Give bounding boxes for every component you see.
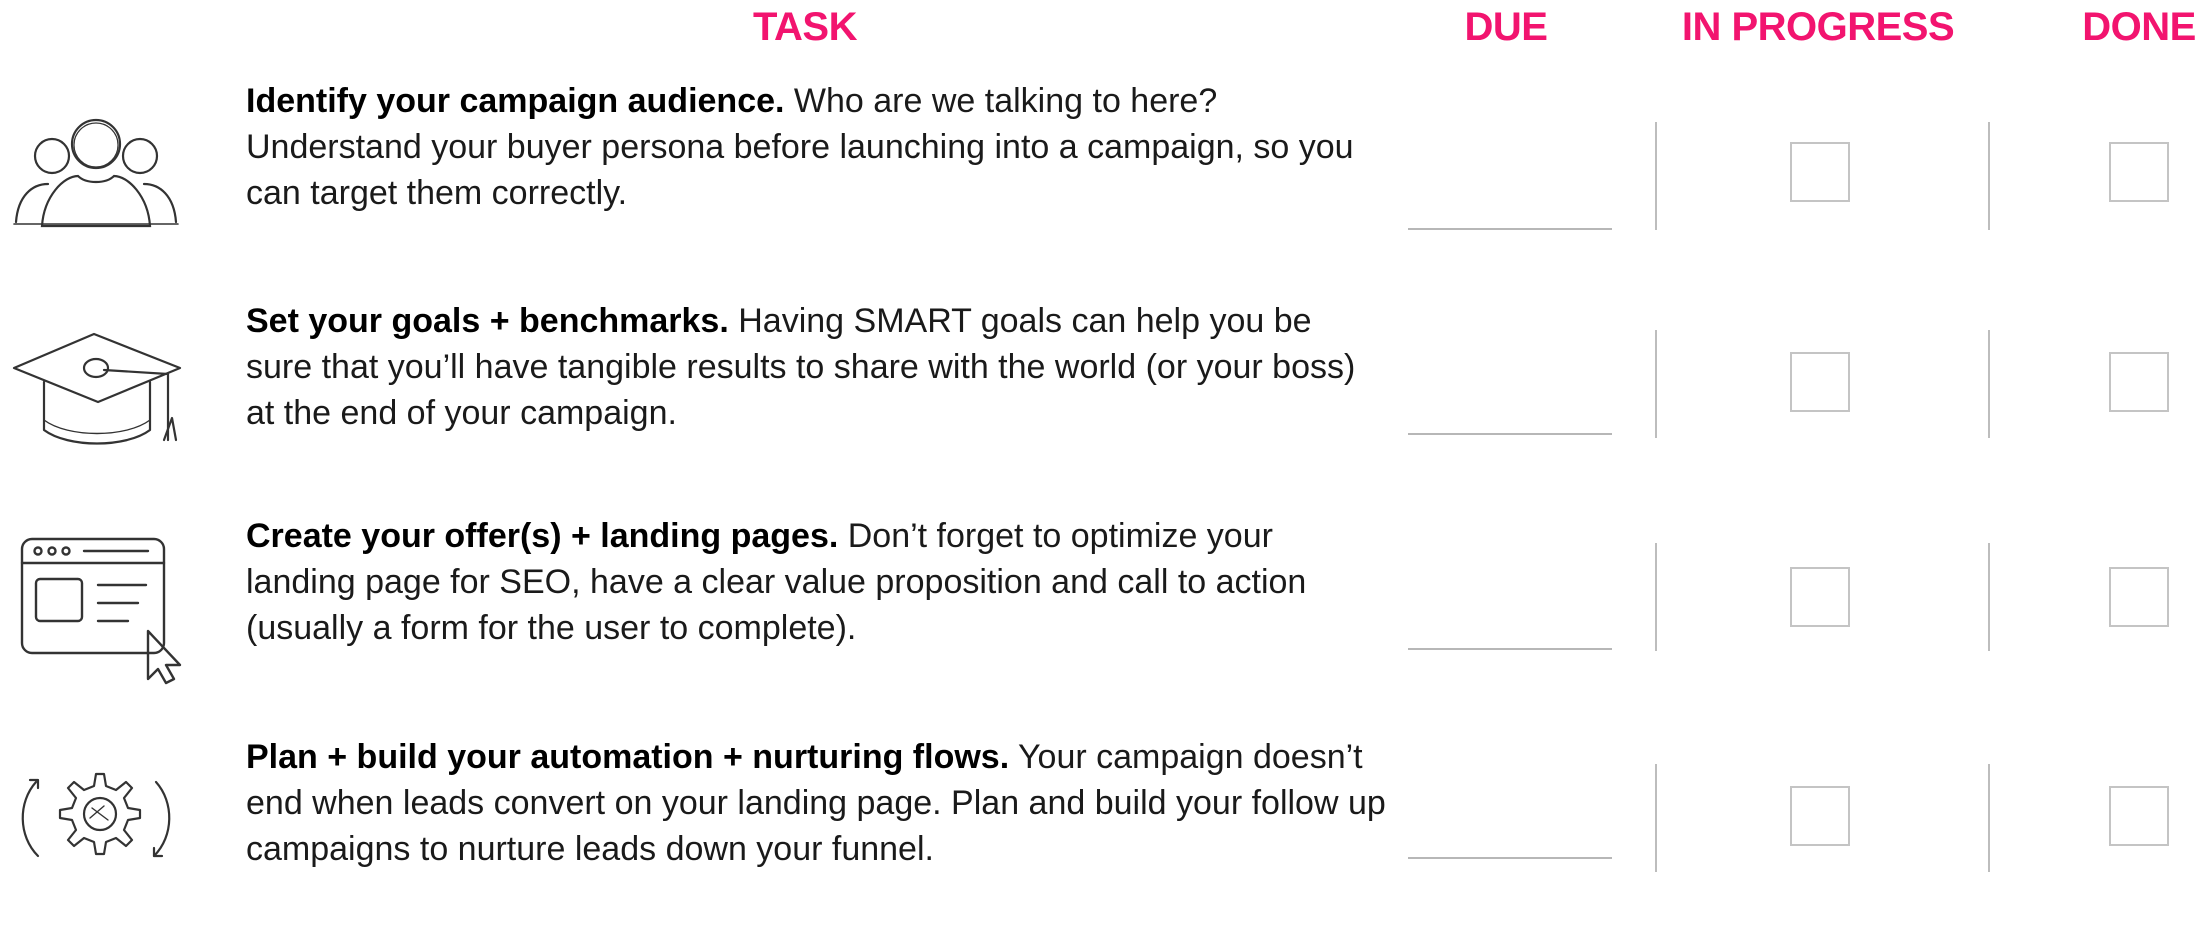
done-checkbox[interactable] [2109,567,2169,627]
column-divider [1655,764,1657,872]
column-divider [1655,122,1657,230]
header-in-progress: IN PROGRESS [1681,5,1955,49]
header-due: DUE [1464,5,1548,49]
in-progress-checkbox[interactable] [1790,142,1850,202]
in-progress-checkbox[interactable] [1790,786,1850,846]
task-description: Create your offer(s) + landing pages. Do… [246,513,1386,651]
due-date-field[interactable] [1408,857,1612,859]
task-row: Identify your campaign audience. Who are… [0,80,2212,290]
task-row: Set your goals + benchmarks. Having SMAR… [0,300,2212,510]
header-done: DONE [2082,5,2196,49]
column-divider [1655,330,1657,438]
browser-landing-page-icon [8,523,184,685]
done-checkbox[interactable] [2109,352,2169,412]
column-divider [1988,764,1990,872]
column-divider [1988,330,1990,438]
task-title: Create your offer(s) + landing pages. [246,517,839,555]
column-divider [1988,543,1990,651]
task-row: Create your offer(s) + landing pages. Do… [0,515,2212,725]
automation-gear-icon [8,742,184,892]
column-divider [1988,122,1990,230]
graduation-cap-icon [8,310,184,460]
audience-people-icon [8,94,184,244]
task-description: Plan + build your automation + nurturing… [246,734,1386,872]
task-description: Set your goals + benchmarks. Having SMAR… [246,298,1386,436]
done-checkbox[interactable] [2109,786,2169,846]
task-title: Plan + build your automation + nurturing… [246,738,1010,776]
due-date-field[interactable] [1408,433,1612,435]
task-title: Set your goals + benchmarks. [246,302,729,340]
task-row: Plan + build your automation + nurturing… [0,736,2212,946]
column-divider [1655,543,1657,651]
task-description: Identify your campaign audience. Who are… [246,78,1386,216]
task-title: Identify your campaign audience. [246,82,785,120]
done-checkbox[interactable] [2109,142,2169,202]
in-progress-checkbox[interactable] [1790,567,1850,627]
header-task: TASK [753,5,857,49]
in-progress-checkbox[interactable] [1790,352,1850,412]
due-date-field[interactable] [1408,228,1612,230]
due-date-field[interactable] [1408,648,1612,650]
